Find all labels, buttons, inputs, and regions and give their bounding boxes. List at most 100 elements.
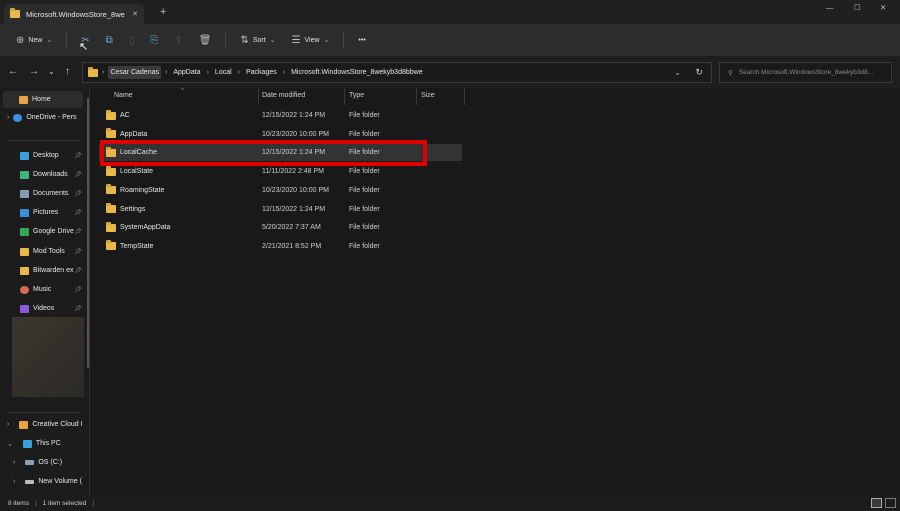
column-divider[interactable] [258,88,259,105]
file-row-tempstate[interactable]: TempState 2/21/2021 8:52 PM File folder [99,238,462,255]
file-row-roamingstate[interactable]: RoamingState 10/23/2020 10:00 PM File fold… [99,182,462,199]
pin-icon[interactable]: 📌︎ [74,228,82,235]
new-tab-button[interactable]: + [160,6,166,18]
pin-icon[interactable]: 📌︎ [74,267,82,274]
folder-icon [106,128,116,139]
maximize-button[interactable]: ☐ [854,3,861,12]
column-header-size[interactable]: Size [421,92,435,99]
file-name-cell: SystemAppData [106,221,171,232]
sidebar-item-this-pc[interactable]: ⌄ This PC [0,435,86,452]
address-dropdown-icon[interactable]: ⌄ [674,68,681,77]
share-button[interactable]: ⇪ [168,29,188,51]
up-arrow-icon[interactable]: ↑ [65,66,70,77]
drive-icon [25,479,35,484]
file-name: AppData [120,130,148,138]
close-window-button[interactable]: ✕ [880,3,886,12]
delete-button[interactable]: 🗑︎ [193,29,218,51]
pin-icon[interactable]: 📌︎ [74,152,82,159]
rename-button[interactable]: ⎘ [144,29,164,51]
minimize-button[interactable]: — [826,3,834,12]
sidebar-item-documents[interactable]: Documents 📌︎ [0,185,86,202]
divider [66,31,68,49]
chevron-right-icon[interactable]: › [13,459,15,466]
address-bar[interactable]: › Cesar Cadenas › AppData › Local › Pack… [82,62,712,83]
column-divider[interactable] [344,88,345,105]
sidebar-item-onedrive[interactable]: › OneDrive - Pers [0,109,86,126]
chevron-right-icon[interactable]: › [7,421,9,428]
sidebar-item-desktop[interactable]: Desktop 📌︎ [0,147,86,164]
breadcrumb-windowsstore[interactable]: Microsoft.WindowsStore_8wekyb3d8bbwe [289,66,425,79]
breadcrumb-packages[interactable]: Packages [244,66,279,79]
chevron-right-icon[interactable]: › [7,114,9,121]
sort-button[interactable]: ⇅ Sort ⌄ [234,29,281,51]
file-row-systemappdata[interactable]: SystemAppData 5/20/2022 7:37 AM File folde… [99,219,462,236]
file-name-cell: RoamingState [106,184,165,195]
sidebar-item-new-volume[interactable]: › New Volume ( [0,473,86,490]
column-header-date[interactable]: Date modified [262,92,305,99]
pin-icon[interactable]: 📌︎ [74,305,82,312]
column-divider[interactable] [416,88,417,105]
file-row-ac[interactable]: AC 12/15/2022 1:24 PM File folder [99,107,462,124]
status-bar: 8 items | 1 item selected | [0,496,900,511]
breadcrumb-appdata[interactable]: AppData [171,66,202,79]
file-type: File folder [349,224,380,232]
sidebar-item-mod-tools[interactable]: Mod Tools 📌︎ [0,243,86,260]
file-row-settings[interactable]: Settings 12/15/2022 1:24 PM File folder [99,201,462,218]
folder-icon [106,221,116,232]
breadcrumb-local[interactable]: Local [213,66,234,79]
folder-icon [106,109,116,120]
close-tab-icon[interactable]: ✕ [132,10,138,18]
sort-label: Sort [252,36,266,44]
sidebar-item-music[interactable]: Music 📌︎ [0,281,86,298]
file-name: LocalState [120,168,154,176]
column-divider[interactable] [464,88,465,105]
view-lines-icon: ☰ [291,34,301,46]
sidebar-item-bitwarden[interactable]: Bitwarden ex 📌︎ [0,262,86,279]
refresh-icon[interactable]: ↻ [695,67,703,78]
home-icon [19,95,28,104]
more-options-button[interactable]: ••• [352,29,371,51]
column-header-type[interactable]: Type [349,92,364,99]
music-icon [20,285,29,294]
divider: | [92,500,95,507]
pin-icon[interactable]: 📌︎ [74,171,82,178]
pin-icon[interactable]: 📌︎ [74,190,82,197]
sidebar-item-google-drive[interactable]: Google Drive 📌︎ [0,223,86,240]
folder-icon [88,66,98,77]
breadcrumb-cesar-cadenas[interactable]: Cesar Cadenas [108,66,161,79]
folder-icon [10,8,20,18]
column-header-name[interactable]: Name [114,92,133,99]
file-name-cell: AppData [106,128,148,139]
chevron-down-icon[interactable]: ⌄ [7,440,13,448]
sidebar-item-os-c[interactable]: › OS (C:) [0,454,86,471]
copy-button[interactable]: ⧉ [100,29,119,51]
pin-icon[interactable]: 📌︎ [74,248,82,255]
sidebar-label: Bitwarden ex [33,267,74,274]
back-arrow-icon[interactable]: ← [8,66,18,77]
pin-icon[interactable]: 📌︎ [74,286,82,293]
file-type: File folder [349,242,380,250]
sidebar-item-home[interactable]: Home [3,91,83,108]
file-type: File folder [349,130,380,138]
folder-icon [106,240,116,251]
file-type: File folder [349,112,380,119]
view-button[interactable]: ☰ View ⌄ [286,29,336,51]
sidebar-scrollbar[interactable] [87,98,89,368]
sidebar-item-videos[interactable]: Videos 📌︎ [0,300,86,317]
pin-icon[interactable]: 📌︎ [74,209,82,216]
new-button[interactable]: ⊕ New ⌄ [10,29,58,51]
recent-chevron-icon[interactable]: ⌄ [48,67,55,76]
paste-button[interactable]: ▯ [123,29,141,51]
details-view-button[interactable] [871,498,882,508]
chevron-right-icon[interactable]: › [13,478,15,485]
tab-microsoft-windowsstore[interactable]: Microsoft.WindowsStore_8we ✕ [4,4,144,24]
computer-icon [22,439,32,448]
pictures-icon [20,208,29,217]
sidebar-item-downloads[interactable]: Downloads 📌︎ [0,166,86,183]
search-input[interactable]: ⚲ Search Microsoft.WindowsStore_8wekyb3d… [719,62,892,83]
sidebar-item-pictures[interactable]: Pictures 📌︎ [0,204,86,221]
sidebar-item-creative-cloud[interactable]: › Creative Cloud I [0,416,86,433]
file-name: RoamingState [120,186,165,194]
forward-arrow-icon[interactable]: → [29,66,39,77]
tiles-view-button[interactable] [885,498,896,508]
